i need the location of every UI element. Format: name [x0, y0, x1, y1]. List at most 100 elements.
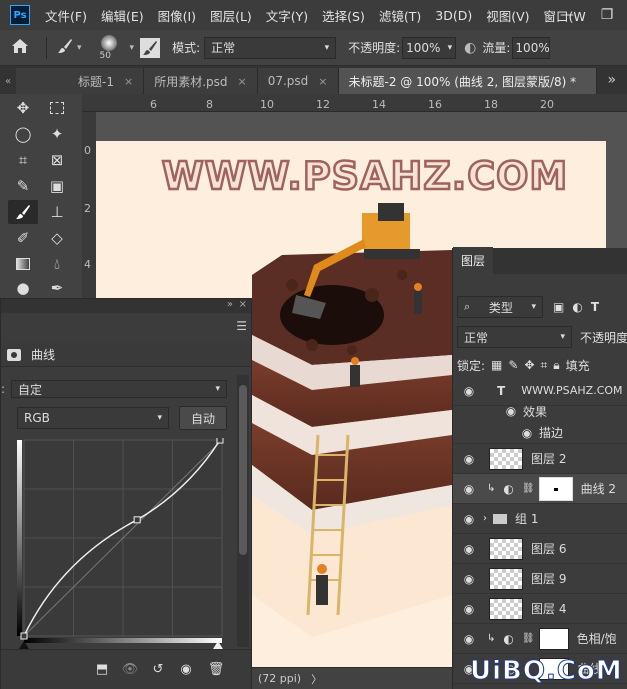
brush-settings-icon[interactable]	[140, 37, 161, 58]
collapse-panels-icon[interactable]: «	[0, 76, 16, 87]
status-arrow-icon[interactable]: 〉	[311, 671, 322, 687]
chevron-down-icon[interactable]: ▾	[130, 43, 135, 53]
dodge-tool-icon[interactable]: ●	[8, 276, 38, 300]
brush-tool-icon[interactable]	[53, 38, 77, 57]
visibility-eye-icon[interactable]: ◉	[519, 426, 535, 440]
menu-filter[interactable]: 滤镜(T)	[372, 6, 428, 25]
visibility-eye-icon[interactable]: ◉	[461, 452, 477, 466]
chevron-right-icon[interactable]: ›	[483, 513, 487, 524]
close-icon[interactable]: ×	[238, 75, 247, 88]
scroll-thumb[interactable]	[239, 385, 247, 555]
layer-mask-thumbnail[interactable]	[538, 476, 573, 501]
crop-tool-icon[interactable]: ⌗	[8, 148, 38, 172]
lock-position-icon[interactable]: ✥	[524, 358, 534, 372]
eraser-tool-icon[interactable]: ◇	[42, 226, 72, 250]
black-point-slider[interactable]	[19, 641, 29, 649]
brush-preset-picker[interactable]: 50	[94, 33, 124, 63]
layer-row[interactable]: ◉ 图层 4	[453, 594, 627, 624]
filter-pixel-icon[interactable]: ▣	[553, 300, 564, 314]
tab-07[interactable]: 07.psd ×	[257, 68, 339, 94]
blend-mode-select[interactable]: 正常 ▾	[457, 326, 572, 348]
layer-row[interactable]: ◉ ↳ ◐ ⛓︎ 色相/饱	[453, 624, 627, 654]
tab-untitled-1[interactable]: 标题-1 ×	[16, 68, 145, 94]
visibility-eye-icon[interactable]: ◉	[461, 542, 477, 556]
tab-materials[interactable]: 所用素材.psd ×	[144, 68, 258, 94]
visibility-eye-icon[interactable]: ◉	[461, 602, 477, 616]
layer-effects-row[interactable]: ◉ 效果	[453, 400, 627, 422]
eyedropper-tool-icon[interactable]: ✎	[8, 174, 38, 198]
layer-row-selected[interactable]: ◉ ↳ ◐ ⛓︎ 曲线 2	[453, 474, 627, 504]
visibility-eye-icon[interactable]: ◉	[173, 658, 199, 680]
menu-view[interactable]: 视图(V)	[479, 6, 536, 25]
layer-mask-thumbnail[interactable]	[538, 627, 569, 650]
filter-adjust-icon[interactable]: ◐	[572, 300, 582, 314]
lock-paint-icon[interactable]: ✎	[508, 358, 518, 372]
restore-button[interactable]: ❐	[587, 7, 627, 23]
menu-file[interactable]: 文件(F)	[38, 6, 94, 25]
reset-icon[interactable]: ↺	[145, 658, 171, 680]
white-point-slider[interactable]	[213, 641, 223, 649]
tab-overflow-icon[interactable]: »	[597, 72, 627, 88]
clip-to-layer-icon[interactable]: ⬒	[89, 658, 115, 680]
visibility-eye-icon[interactable]: ◉	[503, 404, 519, 418]
visibility-eye-icon[interactable]: ◉	[461, 632, 477, 646]
visibility-eye-icon[interactable]: ◉	[461, 384, 477, 398]
menu-image[interactable]: 图像(I)	[151, 6, 203, 25]
visibility-eye-icon[interactable]: ◉	[461, 512, 477, 526]
move-tool-icon[interactable]: ✥	[8, 96, 38, 120]
preset-select[interactable]: 自定 ▾	[11, 380, 227, 398]
stamp-tool-icon[interactable]: ⊥	[42, 200, 72, 224]
curve-control-point[interactable]	[133, 516, 141, 524]
marquee-tool-icon[interactable]	[42, 96, 72, 120]
filter-type-select[interactable]: ⌕ 类型 ▾	[457, 296, 543, 318]
close-icon[interactable]: ×	[239, 299, 247, 310]
frame-tool-icon[interactable]: ⊠	[42, 148, 72, 172]
flow-field[interactable]: 100%	[512, 36, 551, 59]
pen-tool-icon[interactable]: ✒	[42, 276, 72, 300]
channel-select[interactable]: RGB ▾	[17, 407, 169, 429]
menu-select[interactable]: 选择(S)	[315, 6, 372, 25]
delete-icon[interactable]: 🗑︎	[203, 658, 229, 680]
auto-button[interactable]: 自动	[179, 406, 227, 430]
curve-control-point[interactable]	[216, 438, 224, 444]
menu-type[interactable]: 文字(Y)	[259, 6, 315, 25]
blur-tool-icon[interactable]: 💧︎	[42, 252, 72, 276]
menu-edit[interactable]: 编辑(E)	[94, 6, 151, 25]
lock-all-icon[interactable]: 🔒︎	[553, 358, 559, 373]
home-icon[interactable]	[0, 38, 40, 58]
menu-layer[interactable]: 图层(L)	[203, 6, 259, 25]
collapse-icon[interactable]: »	[227, 299, 233, 310]
layer-row[interactable]: ◉ 图层 2	[453, 444, 627, 474]
panel-menu-icon[interactable]: ☰	[236, 319, 247, 333]
close-icon[interactable]: ×	[124, 75, 133, 88]
lock-artboard-icon[interactable]: ⌗	[541, 358, 548, 373]
lasso-tool-icon[interactable]: ◯	[8, 122, 38, 146]
layer-group-row[interactable]: ◉ › 组 1	[453, 504, 627, 534]
layer-stroke-effect-row[interactable]: ◉ 描边	[453, 422, 627, 444]
visibility-eye-icon[interactable]: ◉	[461, 572, 477, 586]
curve-control-point[interactable]	[20, 632, 28, 640]
chevron-down-icon[interactable]: ▾	[77, 43, 82, 53]
magic-wand-tool-icon[interactable]: ✦	[42, 122, 72, 146]
lock-transparent-icon[interactable]: ▦	[491, 358, 502, 372]
layer-name: 图层 4	[531, 602, 567, 616]
layer-row[interactable]: ◉ 图层 9	[453, 564, 627, 594]
3d-material-tool-icon[interactable]: ▣	[42, 174, 72, 198]
gradient-tool-icon[interactable]	[8, 252, 38, 276]
filter-type-layer-icon[interactable]: T	[591, 300, 599, 314]
curves-graph[interactable]	[15, 438, 227, 646]
view-previous-icon[interactable]: 👁︎	[117, 658, 143, 680]
layer-row[interactable]: ◉ 图层 6	[453, 534, 627, 564]
visibility-eye-icon[interactable]: ◉	[461, 482, 477, 496]
minimize-button[interactable]: —	[547, 7, 587, 23]
history-brush-tool-icon[interactable]: ✐	[8, 226, 38, 250]
panel-scrollbar[interactable]	[237, 375, 249, 647]
close-icon[interactable]: ×	[318, 75, 327, 88]
tab-untitled-2[interactable]: 未标题-2 @ 100% (曲线 2, 图层蒙版/8) *	[338, 68, 597, 94]
menu-3d[interactable]: 3D(D)	[428, 8, 479, 23]
mode-select[interactable]: 正常 ▾	[204, 36, 337, 59]
brush-tool-icon[interactable]	[8, 200, 38, 224]
opacity-field[interactable]: 100% ▾	[402, 36, 457, 59]
tab-layers[interactable]: 图层	[453, 247, 494, 274]
pressure-opacity-icon[interactable]: ◐	[464, 40, 476, 56]
